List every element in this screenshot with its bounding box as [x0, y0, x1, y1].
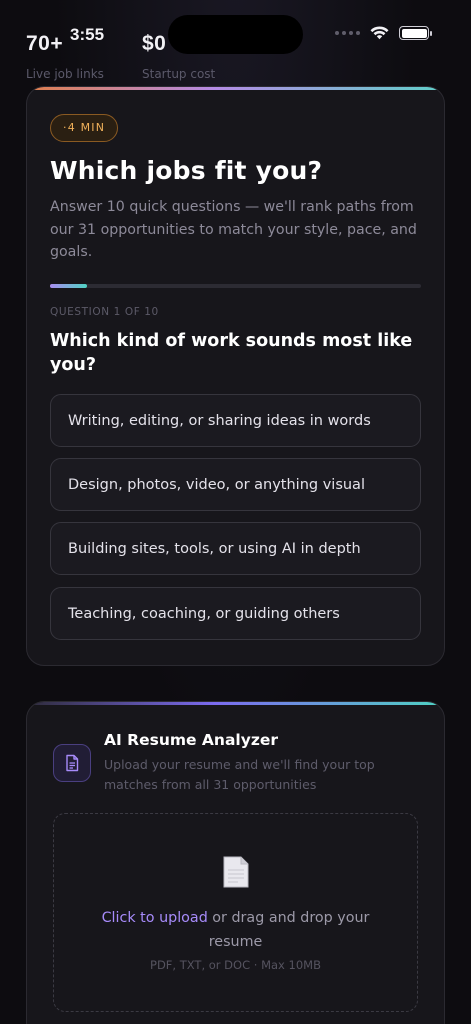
quiz-progress-fill: [50, 284, 88, 288]
resume-dropzone[interactable]: Click to upload or drag and drop your re…: [53, 813, 418, 1012]
upload-file-hint: PDF, TXT, or DOC · Max 10MB: [150, 958, 321, 972]
document-icon: [53, 744, 91, 782]
click-to-upload-link[interactable]: Click to upload: [102, 910, 208, 926]
quiz-subtitle: Answer 10 quick questions — we'll rank p…: [50, 199, 417, 260]
page: 70+ Live job links $0 Startup cost 3:55 …: [0, 0, 471, 1024]
analyzer-title: AI Resume Analyzer: [104, 731, 279, 749]
card-accent-line: [27, 702, 444, 705]
question-text: Which kind of work sounds most like you?: [50, 331, 413, 375]
analyzer-subtitle: Upload your resume and we'll find your t…: [104, 757, 375, 792]
quiz-progress-bar: [50, 284, 421, 288]
answer-option-design[interactable]: Design, photos, video, or anything visua…: [50, 458, 421, 511]
wifi-icon: [370, 26, 389, 40]
answer-option-writing[interactable]: Writing, editing, or sharing ideas in wo…: [50, 394, 421, 447]
answer-option-building[interactable]: Building sites, tools, or using AI in de…: [50, 522, 421, 575]
question-counter: QUESTION 1 OF 10: [50, 306, 159, 318]
job-quiz-card: ·4 MIN Which jobs fit you? Answer 10 qui…: [26, 86, 445, 666]
card-accent-line: [27, 87, 444, 90]
stat-label-jobs: Live job links: [26, 67, 104, 81]
cellular-signal-icon: [335, 31, 360, 35]
stat-value-cost: $0: [142, 32, 167, 55]
answer-option-teaching[interactable]: Teaching, coaching, or guiding others: [50, 587, 421, 640]
resume-analyzer-card: AI Resume Analyzer Upload your resume an…: [26, 701, 445, 1024]
upload-instructions: Click to upload or drag and drop your re…: [74, 906, 397, 954]
stat-value-jobs: 70+: [26, 32, 64, 55]
duration-badge: ·4 MIN: [50, 114, 119, 142]
dynamic-island: [168, 15, 303, 54]
battery-icon: [399, 26, 432, 40]
quiz-title: Which jobs fit you?: [50, 156, 323, 185]
upload-instructions-rest: or drag and drop your resume: [207, 910, 370, 950]
file-icon: [223, 856, 249, 888]
status-time: 3:55: [70, 25, 105, 44]
stat-label-cost: Startup cost: [142, 67, 216, 81]
status-icons: [335, 26, 432, 40]
